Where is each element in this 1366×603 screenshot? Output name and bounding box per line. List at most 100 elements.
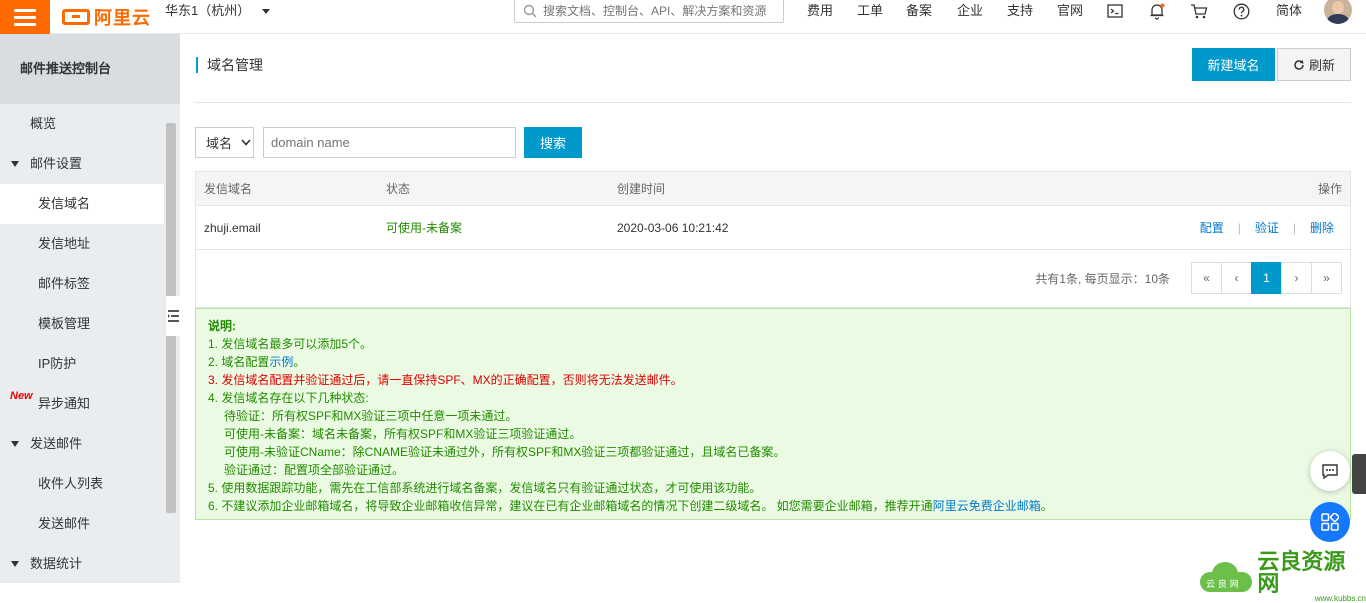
notes-title: 说明: bbox=[208, 319, 236, 333]
sidebar-item-overview[interactable]: 概览 bbox=[0, 104, 164, 144]
bell-icon[interactable] bbox=[1146, 1, 1168, 21]
note-text: 2. 域名配置 bbox=[208, 355, 270, 369]
table-header: 发信域名 状态 创建时间 操作 bbox=[196, 172, 1350, 206]
column-header-actions: 操作 bbox=[1317, 182, 1342, 196]
sidebar-group-label: 数据统计 bbox=[30, 556, 83, 571]
delete-link[interactable]: 删除 bbox=[1310, 219, 1334, 236]
action-separator: | bbox=[1237, 220, 1241, 235]
actions-cell: 配置 | 验证 | 删除 bbox=[1200, 206, 1334, 249]
verify-link[interactable]: 验证 bbox=[1255, 219, 1279, 236]
cart-icon[interactable] bbox=[1188, 1, 1210, 21]
prev-page-button[interactable]: ‹ bbox=[1221, 262, 1252, 294]
new-domain-button[interactable]: 新建域名 bbox=[1192, 48, 1275, 81]
sidebar-item-sending-addresses[interactable]: 发信地址 bbox=[0, 224, 164, 264]
search-icon bbox=[523, 4, 537, 18]
sidebar-item-recipient-lists[interactable]: 收件人列表 bbox=[0, 464, 164, 504]
logo-text: 阿里云 bbox=[94, 8, 151, 28]
refresh-label: 刷新 bbox=[1308, 58, 1335, 73]
sidebar-group-statistics[interactable]: 数据统计 bbox=[0, 544, 164, 584]
watermark-text: 云良资源网 bbox=[1257, 549, 1346, 596]
action-separator: | bbox=[1292, 220, 1296, 235]
domain-table: 发信域名 状态 创建时间 操作 zhuji.email 可使用-未备案 2020… bbox=[195, 171, 1351, 308]
region-label: 华东1（杭州） bbox=[165, 3, 251, 18]
sidebar-item-sending-domains[interactable]: 发信域名 bbox=[0, 184, 164, 224]
refresh-button[interactable]: 刷新 bbox=[1277, 48, 1351, 81]
free-mail-link[interactable]: 阿里云免费企业邮箱 bbox=[933, 499, 1041, 513]
nav-enterprise[interactable]: 企业 bbox=[957, 0, 983, 22]
sidebar-title: 邮件推送控制台 bbox=[0, 34, 180, 104]
note-line: 5. 使用数据跟踪功能，需先在工信部系统进行域名备案，发信域名只有验证通过状态，… bbox=[208, 481, 762, 495]
caret-down-icon bbox=[11, 441, 19, 447]
nav-fees[interactable]: 费用 bbox=[807, 0, 833, 22]
header-divider bbox=[195, 102, 1351, 103]
pagination-row: 共有1条, 每页显示：10条 « ‹ 1 › » bbox=[196, 250, 1350, 307]
help-icon[interactable] bbox=[1230, 1, 1252, 21]
column-header-status: 状态 bbox=[386, 182, 411, 196]
note-line: 可使用-未备案：域名未备案，所有权SPF和MX验证三项验证通过。 bbox=[224, 427, 582, 441]
nav-support[interactable]: 支持 bbox=[1007, 0, 1033, 22]
hamburger-menu-icon[interactable] bbox=[0, 0, 50, 34]
watermark: 云 良 网 云良资源网 www.kubbs.cn bbox=[1200, 551, 1366, 603]
logo-mark-icon bbox=[62, 9, 90, 25]
note-line: 可使用-未验证CName：除CNAME验证未通过外，所有权SPF和MX验证三项都… bbox=[224, 445, 786, 459]
aliyun-logo[interactable]: 阿里云 bbox=[62, 2, 151, 32]
created-cell: 2020-03-06 10:21:42 bbox=[617, 220, 729, 235]
user-avatar[interactable] bbox=[1324, 0, 1352, 24]
search-field-select[interactable]: 域名 bbox=[195, 127, 254, 158]
pagination-summary: 共有1条, 每页显示：10条 bbox=[1035, 272, 1170, 286]
sidebar-collapse-toggle-icon[interactable] bbox=[166, 296, 180, 336]
note-line: 2. 域名配置示例。 bbox=[208, 353, 1338, 371]
sidebar-item-async-notify[interactable]: New 异步通知 bbox=[0, 384, 164, 424]
sidebar-group-label: 发送邮件 bbox=[30, 436, 83, 451]
apps-grid-icon[interactable] bbox=[1310, 502, 1350, 542]
configure-link[interactable]: 配置 bbox=[1200, 219, 1224, 236]
next-page-button[interactable]: › bbox=[1281, 262, 1312, 294]
pagination: « ‹ 1 › » bbox=[1191, 262, 1342, 294]
sidebar-group-label: 邮件设置 bbox=[30, 156, 83, 171]
caret-down-icon bbox=[262, 8, 271, 14]
note-line-warning: 3. 发信域名配置并验证通过后，请一直保持SPF、MX的正确配置，否则将无法发送… bbox=[208, 373, 683, 387]
chat-icon[interactable] bbox=[1310, 451, 1350, 491]
sidebar-group-send-mail[interactable]: 发送邮件 bbox=[0, 424, 164, 464]
new-badge: New bbox=[10, 390, 33, 402]
status-cell: 可使用-未备案 bbox=[386, 221, 462, 235]
note-line: 4. 发信域名存在以下几种状态: bbox=[208, 391, 369, 405]
note-period: 。 bbox=[1040, 499, 1053, 513]
terminal-icon[interactable] bbox=[1104, 1, 1126, 21]
note-line: 待验证：所有权SPF和MX验证三项中任意一项未通过。 bbox=[224, 409, 518, 423]
nav-official-site[interactable]: 官网 bbox=[1057, 0, 1083, 22]
sidebar: 邮件推送控制台 概览 邮件设置 发信域名 发信地址 邮件标签 模板管理 IP防护… bbox=[0, 34, 180, 583]
search-button[interactable]: 搜索 bbox=[524, 127, 582, 158]
search-input[interactable] bbox=[543, 4, 778, 18]
caret-down-icon bbox=[11, 161, 19, 167]
note-text: 6. 不建议添加企业邮箱域名，将导致企业邮箱收信异常，建议在已有企业邮箱域名的情… bbox=[208, 499, 933, 513]
caret-down-icon bbox=[11, 561, 19, 567]
notes-panel: 说明: 1. 发信域名最多可以添加5个。 2. 域名配置示例。 3. 发信域名配… bbox=[195, 308, 1351, 520]
page-1-button[interactable]: 1 bbox=[1251, 262, 1282, 294]
last-page-button[interactable]: » bbox=[1311, 262, 1342, 294]
column-header-created: 创建时间 bbox=[617, 182, 666, 196]
side-panel-tab[interactable] bbox=[1352, 454, 1366, 494]
nav-tickets[interactable]: 工单 bbox=[857, 0, 883, 22]
global-search[interactable] bbox=[514, 0, 784, 23]
column-header-domain: 发信域名 bbox=[204, 182, 253, 196]
sidebar-group-mail-settings[interactable]: 邮件设置 bbox=[0, 144, 164, 184]
chevron-down-icon bbox=[241, 139, 251, 146]
cloud-logo-icon: 云 良 网 bbox=[1200, 562, 1252, 592]
sidebar-item-ip-protection[interactable]: IP防护 bbox=[0, 344, 164, 384]
sidebar-item-mail-tags[interactable]: 邮件标签 bbox=[0, 264, 164, 304]
page-title: 域名管理 bbox=[196, 57, 263, 73]
language-switch[interactable]: 简体 bbox=[1276, 0, 1302, 22]
note-period: 。 bbox=[293, 355, 306, 369]
nav-icp[interactable]: 备案 bbox=[906, 0, 932, 22]
watermark-url: www.kubbs.cn bbox=[1314, 594, 1366, 603]
region-selector[interactable]: 华东1（杭州） bbox=[165, 0, 271, 22]
sidebar-item-send-mail[interactable]: 发送邮件 bbox=[0, 504, 164, 544]
watermark-small: 云 良 网 bbox=[1206, 580, 1239, 590]
first-page-button[interactable]: « bbox=[1191, 262, 1222, 294]
domain-search-input[interactable] bbox=[263, 127, 516, 158]
example-link[interactable]: 示例 bbox=[269, 355, 293, 369]
sidebar-item-label: 异步通知 bbox=[38, 396, 91, 411]
domain-cell: zhuji.email bbox=[204, 220, 261, 235]
sidebar-item-templates[interactable]: 模板管理 bbox=[0, 304, 164, 344]
